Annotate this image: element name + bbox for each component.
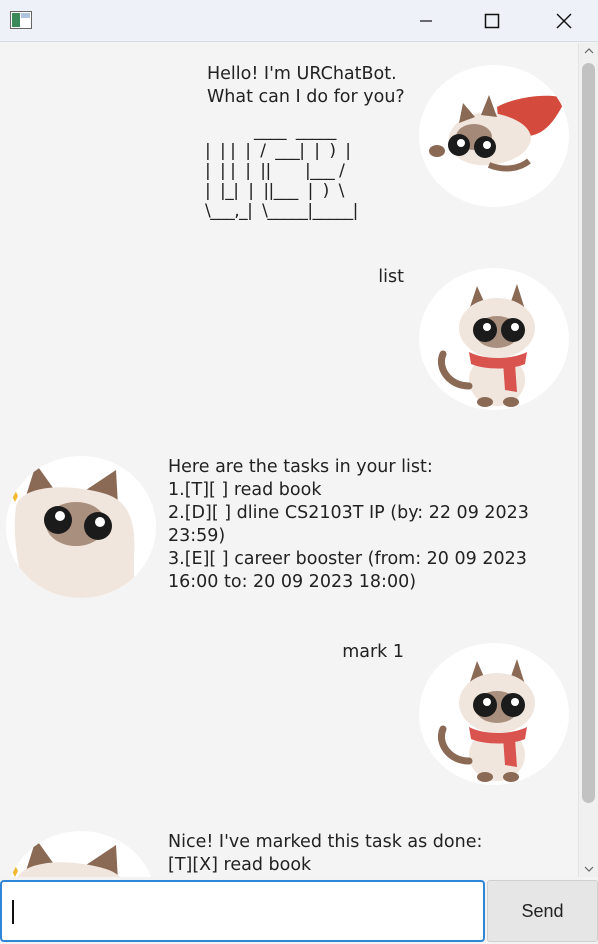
minimize-icon: [420, 20, 432, 22]
send-button[interactable]: Send: [487, 880, 598, 942]
scarf-cat-avatar: [419, 268, 569, 410]
vertical-scrollbar[interactable]: [578, 43, 598, 877]
flying-cat-avatar: [419, 65, 569, 207]
close-icon: [556, 13, 572, 29]
scroll-down-arrow-icon[interactable]: [583, 864, 595, 874]
chat-scroll-area[interactable]: Hello! I'm URChatBot. What can I do for …: [0, 43, 578, 877]
scarf-cat-avatar: [419, 643, 569, 785]
message-input-container[interactable]: [0, 880, 485, 942]
ascii-logo: ____ _____ | | | | / ___| | ) | | | | | …: [205, 121, 358, 221]
scrollbar-thumb[interactable]: [582, 63, 595, 803]
message-input[interactable]: [2, 882, 483, 940]
maximize-icon: [484, 13, 500, 29]
maximize-button[interactable]: [469, 0, 515, 42]
peeking-cat-avatar: [6, 456, 156, 598]
close-button[interactable]: [541, 0, 587, 42]
title-bar: [0, 0, 598, 42]
text-caret: [12, 900, 14, 924]
bot-message-task-list: Here are the tasks in your list: 1.[T][ …: [168, 457, 529, 592]
user-message-mark: mark 1: [342, 642, 404, 662]
peeking-cat-avatar: [6, 831, 156, 877]
bot-message-marked: Nice! I've marked this task as done: [T]…: [168, 832, 483, 875]
user-message-list: list: [378, 267, 404, 287]
scroll-up-arrow-icon[interactable]: [583, 46, 595, 56]
app-window-icon: [10, 11, 32, 29]
bot-message-greeting: Hello! I'm URChatBot. What can I do for …: [207, 64, 405, 107]
minimize-button[interactable]: [403, 0, 449, 42]
